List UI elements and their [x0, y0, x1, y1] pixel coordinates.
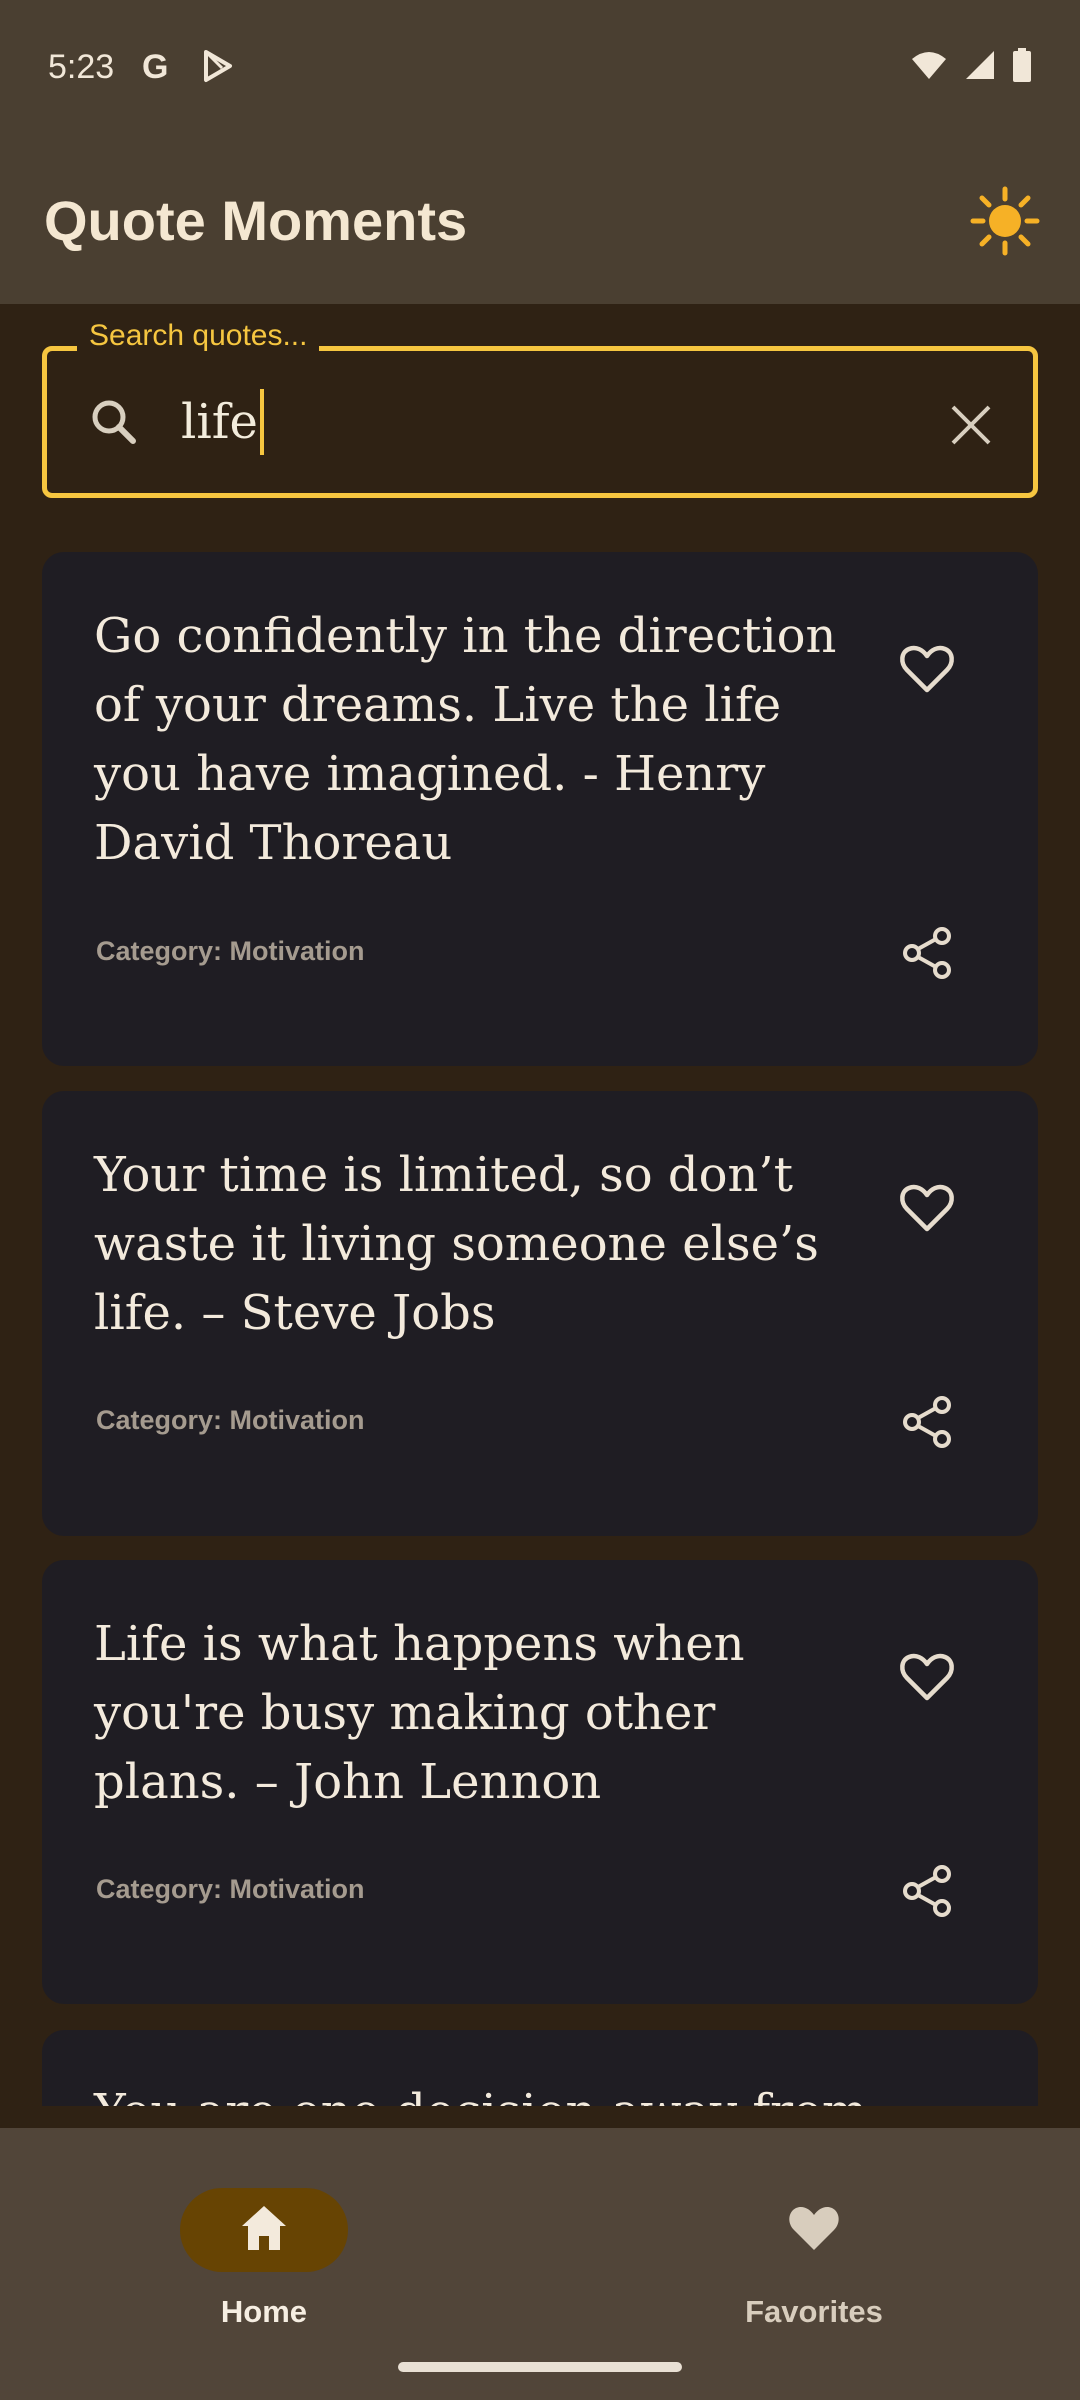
- search-label: Search quotes...: [77, 319, 320, 353]
- wifi-icon: [912, 52, 946, 79]
- home-icon: [242, 2206, 286, 2250]
- status-icons-right: [910, 48, 1032, 82]
- quote-card: Go confidently in the direction of your …: [42, 552, 1038, 1066]
- quote-category: Category: Motivation: [96, 1874, 365, 1904]
- quote-text: Go confidently in the direction of your …: [94, 608, 837, 871]
- search-input-value: life: [181, 394, 258, 450]
- text-caret: [259, 389, 264, 455]
- close-icon[interactable]: [945, 399, 997, 451]
- heart-outline-icon[interactable]: [898, 640, 956, 698]
- app-title: Quote Moments: [44, 189, 468, 252]
- search-input[interactable]: life: [181, 381, 881, 463]
- quote-category: Category: Motivation: [96, 936, 365, 966]
- heart-outline-icon[interactable]: [898, 1179, 956, 1237]
- heart-icon: [789, 2206, 839, 2250]
- status-time: 5:23: [48, 48, 115, 86]
- quote-text: Life is what happens when you're busy ma…: [94, 1616, 745, 1810]
- battery-icon: [1013, 48, 1031, 82]
- nav-label-favorites: Favorites: [745, 2294, 883, 2329]
- search-field[interactable]: Search quotes... life: [42, 319, 1038, 498]
- nav-item-favorites[interactable]: Favorites: [654, 2158, 974, 2338]
- status-bar: 5:23 G: [0, 0, 1080, 140]
- nav-item-home[interactable]: Home: [104, 2158, 424, 2338]
- quote-text: Your time is limited, so don’t waste it …: [94, 1147, 819, 1341]
- search-icon: [92, 400, 136, 444]
- quote-text: You are one decision away from: [94, 2078, 868, 2106]
- quote-card-partial: You are one decision away from: [42, 2030, 1038, 2106]
- svg-text:G: G: [142, 48, 168, 84]
- quote-card: Life is what happens when you're busy ma…: [42, 1560, 1038, 2004]
- quote-card-partial-bg: You are one decision away from: [42, 2030, 1038, 2106]
- nav-label-home: Home: [220, 2294, 308, 2329]
- share-icon[interactable]: [898, 924, 956, 982]
- share-icon[interactable]: [898, 1862, 956, 1920]
- bottom-navigation: Home Favorites: [0, 2128, 1080, 2400]
- quote-card: Your time is limited, so don’t waste it …: [42, 1091, 1038, 1536]
- cellular-signal-icon: [966, 51, 994, 79]
- status-icons-left: G: [140, 48, 236, 84]
- play-store-icon: [204, 50, 232, 82]
- google-icon: G: [142, 48, 168, 84]
- heart-outline-icon[interactable]: [898, 1648, 956, 1706]
- gesture-bar[interactable]: [398, 2362, 682, 2372]
- share-icon[interactable]: [898, 1393, 956, 1451]
- quote-category: Category: Motivation: [96, 1405, 365, 1435]
- sun-icon[interactable]: [970, 186, 1040, 256]
- app-bar: Quote Moments: [0, 140, 1080, 304]
